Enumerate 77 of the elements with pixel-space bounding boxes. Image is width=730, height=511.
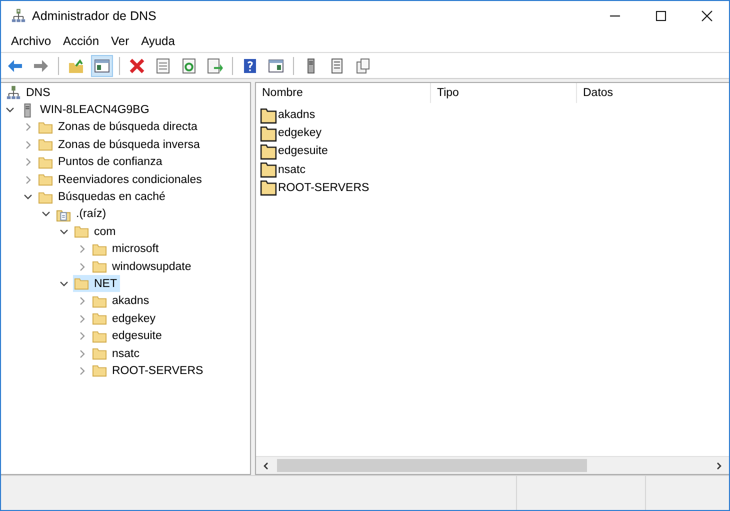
folder-icon <box>92 242 107 257</box>
export-icon <box>206 56 224 74</box>
tree-item[interactable]: Zonas de búsqueda inversa <box>37 136 203 154</box>
chevron-down-icon[interactable] <box>59 278 69 289</box>
horizontal-scrollbar[interactable] <box>256 456 729 474</box>
copy-icon <box>354 56 372 74</box>
folder-icon <box>38 137 53 152</box>
menu-item[interactable]: Ayuda <box>135 34 181 48</box>
tree-item[interactable]: nsatc <box>91 345 142 362</box>
menu-item[interactable]: Acción <box>57 34 106 48</box>
folder-icon <box>74 276 89 292</box>
chevron-right-icon[interactable] <box>23 174 33 185</box>
folder-icon <box>92 346 107 362</box>
tree-item[interactable]: Búsquedas en caché <box>37 188 168 206</box>
column-header[interactable]: Datos <box>577 83 697 103</box>
folder-icon <box>74 224 89 240</box>
refresh-icon <box>180 56 198 74</box>
chevron-right-icon[interactable] <box>23 157 33 168</box>
window-title: Administrador de DNS <box>32 8 156 22</box>
tree-item[interactable]: akadns <box>91 292 152 310</box>
tree-item[interactable]: ROOT-SERVERS <box>91 362 206 380</box>
tree-item[interactable]: Puntos de confianza <box>37 154 166 171</box>
tree-item[interactable]: NET <box>73 275 120 292</box>
menu-item[interactable]: Archivo <box>5 34 58 48</box>
chevron-right-icon[interactable] <box>77 262 87 272</box>
folder-icon <box>260 124 277 142</box>
chevron-right-icon[interactable] <box>77 331 87 342</box>
folder-icon <box>92 259 107 274</box>
tree-item[interactable]: WIN-8LEACN4G9BG <box>19 102 152 119</box>
help-icon <box>241 56 259 74</box>
dns-icon <box>6 85 21 100</box>
folder-icon <box>38 190 53 205</box>
list-item[interactable]: edgesuite <box>278 145 328 158</box>
list-item[interactable]: ROOT-SERVERS <box>278 182 370 194</box>
up-icon <box>67 56 85 74</box>
panel-icon <box>267 56 285 74</box>
list-item[interactable]: nsatc <box>278 164 306 176</box>
folder-icon <box>92 328 107 344</box>
close-icon[interactable] <box>701 10 713 22</box>
scroll-left-icon[interactable] <box>261 460 271 470</box>
tree-item[interactable]: Reenviadores condicionales <box>37 171 205 188</box>
chevron-right-icon[interactable] <box>23 140 33 150</box>
chevron-right-icon[interactable] <box>77 244 87 254</box>
chevron-right-icon[interactable] <box>77 296 87 306</box>
chevron-right-icon[interactable] <box>23 122 33 132</box>
menu-item[interactable]: Ver <box>105 34 136 48</box>
tree-item[interactable]: microsoft <box>91 240 162 258</box>
tree-item[interactable]: windowsupdate <box>91 258 194 276</box>
tree-item[interactable]: Zonas de búsqueda directa <box>37 118 200 136</box>
chevron-down-icon[interactable] <box>59 226 69 237</box>
tree-item[interactable]: edgesuite <box>91 328 165 345</box>
tree-item[interactable]: DNS <box>5 84 54 102</box>
chevron-right-icon[interactable] <box>77 348 87 359</box>
tree-item[interactable]: edgekey <box>91 310 158 328</box>
scroll-right-icon[interactable] <box>714 460 724 470</box>
folder-icon <box>38 172 53 188</box>
folder-icon <box>260 161 277 178</box>
tree-item[interactable]: .(raíz) <box>55 206 110 223</box>
column-header[interactable]: Nombre <box>256 83 431 103</box>
dns-app-icon <box>11 8 26 23</box>
folder-icon <box>92 294 107 309</box>
folder-icon <box>92 311 107 326</box>
folder-icon <box>260 142 277 160</box>
folder-icon <box>260 106 277 124</box>
folder-icon <box>38 120 53 135</box>
tree-item[interactable]: com <box>73 223 119 240</box>
scrollbar-thumb[interactable] <box>277 459 588 472</box>
maximize-icon[interactable] <box>655 10 667 22</box>
chevron-right-icon[interactable] <box>77 366 87 376</box>
folder-icon <box>92 363 107 378</box>
list-item[interactable]: akadns <box>278 109 316 122</box>
column-header[interactable]: Tipo <box>431 83 577 103</box>
folder-icon <box>38 154 53 170</box>
list-item[interactable]: edgekey <box>278 127 322 140</box>
delete-icon <box>128 56 146 74</box>
folder-icon <box>260 179 277 196</box>
chevron-right-icon[interactable] <box>77 314 87 324</box>
